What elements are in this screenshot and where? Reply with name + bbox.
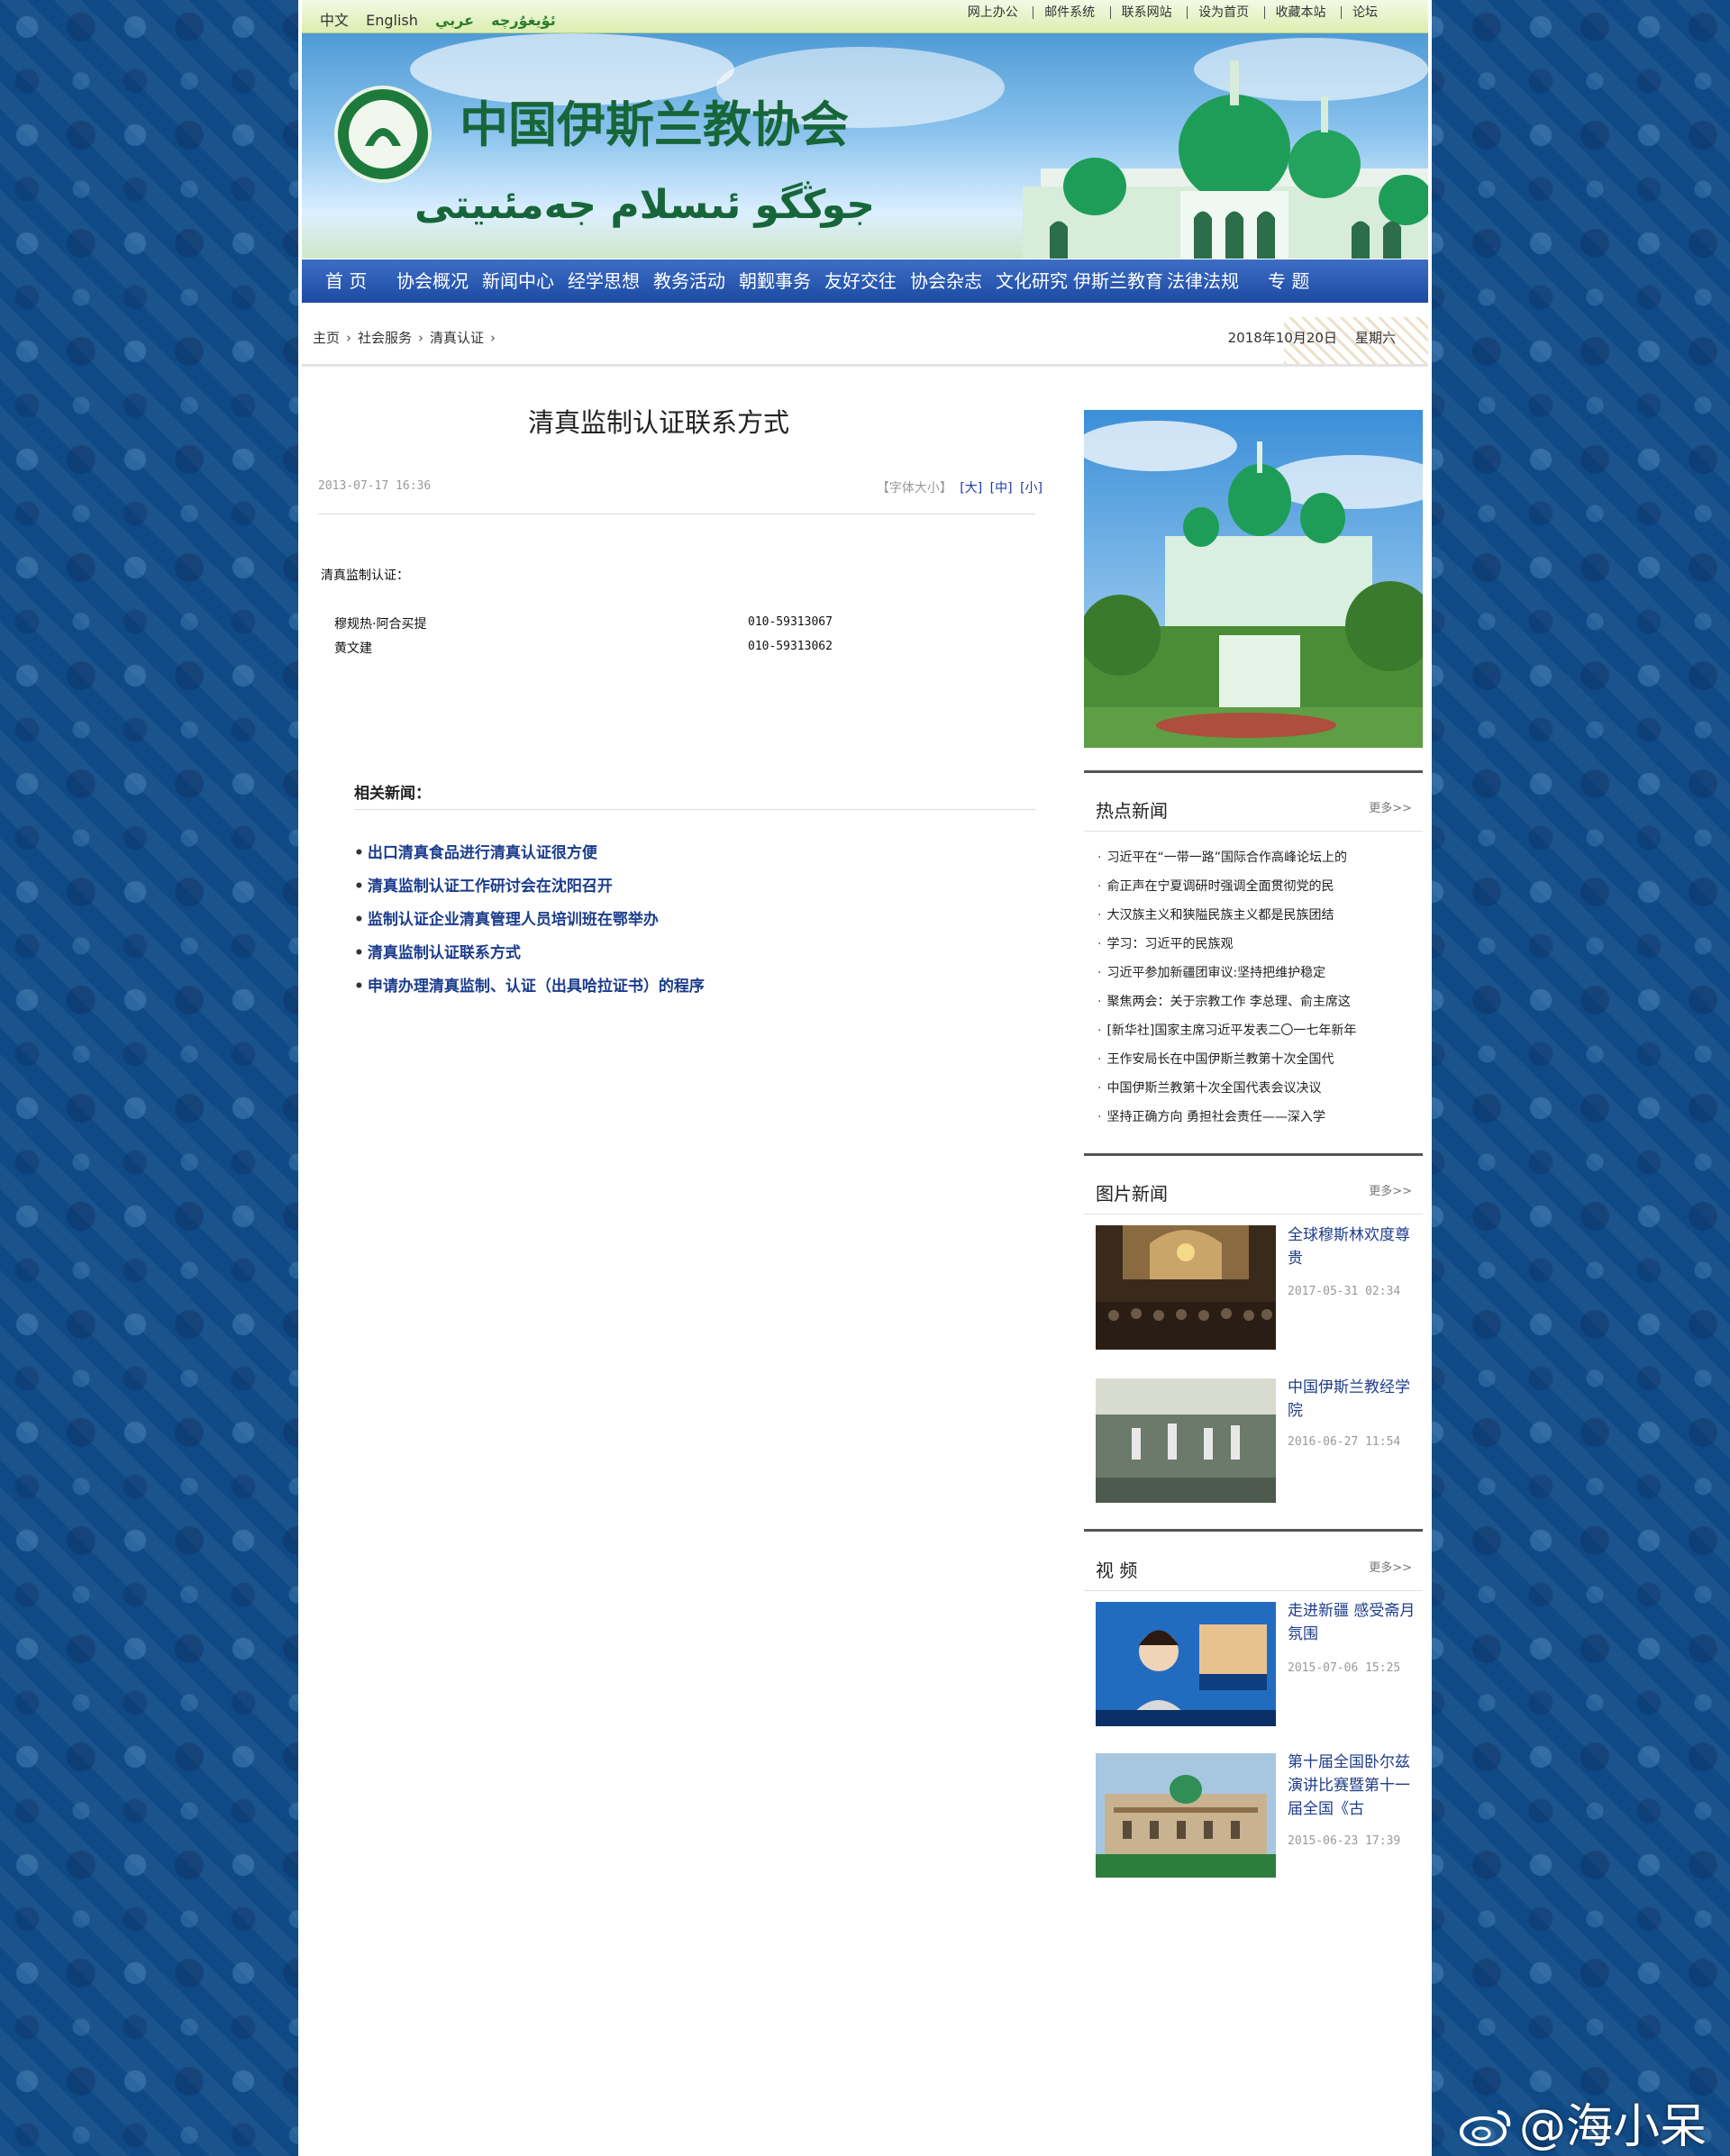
breadcrumb-bar: 主页 › 社会服务 › 清真认证 › 2018年10月20日 星期六 bbox=[302, 317, 1428, 367]
related-news-title: 相关新闻： bbox=[354, 785, 431, 803]
video-item-date: 2015-06-23 17:39 bbox=[1288, 1834, 1401, 1848]
nav-hajj[interactable]: 朝觐事务 bbox=[739, 259, 811, 303]
nav-about[interactable]: 协会概况 bbox=[396, 259, 469, 303]
video-item-date: 2015-07-06 15:25 bbox=[1288, 1661, 1401, 1675]
association-logo bbox=[334, 86, 432, 183]
panel-divider bbox=[1084, 1590, 1423, 1591]
related-news-item[interactable]: 清真监制认证工作研讨会在沈阳召开 bbox=[354, 873, 613, 896]
hot-news-item[interactable]: 聚焦两会：关于宗教工作 李总理、俞主席这 bbox=[1097, 992, 1350, 1010]
link-bookmark[interactable]: 收藏本站 bbox=[1263, 6, 1337, 19]
hot-news-item[interactable]: 习近平参加新疆团审议:坚持把维护稳定 bbox=[1097, 963, 1325, 981]
weibo-watermark: @海小呆 bbox=[1460, 2088, 1707, 2156]
header-banner: 中国伊斯兰教协会 جوڭگو ئىسلام جەمئىيتى bbox=[302, 33, 1428, 259]
nav-islamic-education[interactable]: 伊斯兰教育 bbox=[1073, 259, 1163, 303]
contact-phone: 010-59313062 bbox=[748, 640, 833, 653]
photo-news-thumbnail[interactable] bbox=[1096, 1378, 1276, 1503]
video-thumbnail[interactable] bbox=[1096, 1602, 1276, 1726]
related-news-item[interactable]: 清真监制认证联系方式 bbox=[354, 940, 521, 962]
video-thumbnail[interactable] bbox=[1096, 1753, 1276, 1878]
link-online-office[interactable]: 网上办公 bbox=[957, 6, 1029, 19]
related-news-item[interactable]: 申请办理清真监制、认证（出具哈拉证书）的程序 bbox=[354, 973, 705, 996]
breadcrumb-social-service[interactable]: 社会服务 bbox=[358, 330, 412, 346]
breadcrumb-home[interactable]: 主页 bbox=[313, 330, 340, 346]
lang-uyghur[interactable]: ئۇيغۇرچە bbox=[491, 12, 556, 29]
banner-title-cn: 中国伊斯兰教协会 bbox=[460, 96, 849, 153]
article-intro: 清真监制认证： bbox=[321, 569, 409, 583]
lang-chinese[interactable]: 中文 bbox=[320, 12, 349, 29]
language-switcher: 中文 English ئۇيغۇرچە عربي bbox=[320, 8, 569, 30]
nav-topics[interactable]: 专 题 bbox=[1268, 259, 1309, 303]
photo-news-more-link[interactable]: 更多>> bbox=[1369, 1181, 1412, 1198]
font-size-small[interactable]: [小] bbox=[1020, 481, 1043, 496]
font-size-large[interactable]: [大] bbox=[960, 481, 982, 496]
chevron-right-icon: › bbox=[346, 330, 352, 346]
weekday-text: 星期六 bbox=[1354, 330, 1396, 346]
weibo-icon bbox=[1460, 2110, 1511, 2146]
hot-news-more-link[interactable]: 更多>> bbox=[1369, 798, 1412, 815]
font-size-controls: 【字体大小】 [大] [中] [小] bbox=[877, 478, 1043, 496]
hot-news-item[interactable]: 学习：习近平的民族观 bbox=[1097, 934, 1233, 952]
page-container: 中文 English ئۇيغۇرچە عربي 网上办公 邮件系统 联系网站 … bbox=[298, 0, 1432, 2156]
panel-divider bbox=[1084, 831, 1423, 832]
link-set-homepage[interactable]: 设为首页 bbox=[1187, 6, 1260, 19]
current-date: 2018年10月20日 星期六 bbox=[1210, 328, 1396, 347]
mosque-photo[interactable] bbox=[1084, 410, 1423, 748]
hot-news-item[interactable]: 王作安局长在中国伊斯兰教第十次全国代 bbox=[1097, 1050, 1334, 1068]
nav-friendship[interactable]: 友好交往 bbox=[824, 259, 897, 303]
hot-news-item[interactable]: [新华社]国家主席习近平发表二〇一七年新年 bbox=[1097, 1021, 1356, 1039]
nav-religious-activities[interactable]: 教务活动 bbox=[653, 259, 725, 303]
video-title: 视 频 bbox=[1096, 1560, 1138, 1581]
article-title: 清真监制认证联系方式 bbox=[527, 407, 789, 438]
nav-news-center[interactable]: 新闻中心 bbox=[482, 259, 554, 303]
panel-divider bbox=[1084, 1153, 1423, 1156]
date-text: 2018年10月20日 bbox=[1227, 330, 1337, 346]
photo-news-item-title[interactable]: 中国伊斯兰教经学院 bbox=[1288, 1376, 1418, 1423]
article-datetime: 2013-07-17 16:36 bbox=[318, 479, 432, 493]
hot-news-item[interactable]: 大汉族主义和狭隘民族主义都是民族团结 bbox=[1097, 905, 1334, 923]
panel-divider bbox=[1084, 1529, 1423, 1532]
main-nav: 首 页 协会概况 新闻中心 经学思想 教务活动 朝觐事务 友好交往 协会杂志 文… bbox=[302, 259, 1428, 303]
link-forum[interactable]: 论坛 bbox=[1341, 6, 1389, 19]
top-bar: 中文 English ئۇيغۇرچە عربي 网上办公 邮件系统 联系网站 … bbox=[302, 0, 1428, 33]
related-news-item[interactable]: 监制认证企业清真管理人员培训班在鄂举办 bbox=[354, 906, 659, 929]
breadcrumb: 主页 › 社会服务 › 清真认证 › bbox=[313, 328, 502, 347]
nav-law[interactable]: 法律法规 bbox=[1167, 259, 1239, 303]
photo-news-title: 图片新闻 bbox=[1096, 1183, 1168, 1205]
nav-home[interactable]: 首 页 bbox=[325, 259, 367, 303]
watermark-text: @海小呆 bbox=[1519, 2100, 1707, 2154]
hot-news-title: 热点新闻 bbox=[1096, 800, 1168, 822]
nav-scripture[interactable]: 经学思想 bbox=[568, 259, 640, 303]
photo-news-item-date: 2017-05-31 02:34 bbox=[1288, 1285, 1401, 1298]
link-mail-system[interactable]: 邮件系统 bbox=[1033, 6, 1106, 19]
breadcrumb-halal-cert[interactable]: 清真认证 bbox=[430, 330, 484, 346]
banner-title-ug: جوڭگو ئىسلام جەمئىيتى bbox=[414, 181, 875, 228]
contact-phone: 010-59313067 bbox=[748, 615, 833, 629]
nav-magazine[interactable]: 协会杂志 bbox=[910, 259, 982, 303]
chevron-right-icon: › bbox=[490, 330, 496, 346]
lang-english[interactable]: English bbox=[366, 12, 418, 29]
hot-news-item[interactable]: 坚持正确方向 勇担社会责任——深入学 bbox=[1097, 1107, 1325, 1125]
photo-news-thumbnail[interactable] bbox=[1096, 1225, 1276, 1350]
video-item-title[interactable]: 第十届全国卧尔兹演讲比赛暨第十一届全国《古 bbox=[1288, 1751, 1418, 1821]
nav-culture[interactable]: 文化研究 bbox=[996, 259, 1068, 303]
contact-name: 黄文建 bbox=[334, 641, 372, 656]
video-more-link[interactable]: 更多>> bbox=[1369, 1558, 1412, 1575]
hot-news-item[interactable]: 中国伊斯兰教第十次全国代表会议决议 bbox=[1097, 1078, 1321, 1096]
photo-news-item-date: 2016-06-27 11:54 bbox=[1288, 1435, 1401, 1449]
panel-divider bbox=[1084, 770, 1423, 773]
font-size-label: 【字体大小】 bbox=[876, 481, 952, 496]
hot-news-item[interactable]: 习近平在“一带一路”国际合作高峰论坛上的 bbox=[1097, 848, 1347, 866]
related-news-item[interactable]: 出口清真食品进行清真认证很方便 bbox=[354, 840, 597, 862]
contact-name: 穆规热·阿合买提 bbox=[334, 617, 427, 632]
font-size-medium[interactable]: [中] bbox=[990, 481, 1013, 496]
link-contact-site[interactable]: 联系网站 bbox=[1109, 6, 1183, 19]
photo-news-item-title[interactable]: 全球穆斯林欢度尊贵 bbox=[1288, 1224, 1418, 1270]
lang-arabic[interactable]: عربي bbox=[435, 12, 474, 29]
hot-news-item[interactable]: 俞正声在宁夏调研时强调全面贯彻党的民 bbox=[1097, 877, 1334, 895]
top-links: 网上办公 邮件系统 联系网站 设为首页 收藏本站 论坛 bbox=[957, 5, 1389, 20]
divider bbox=[354, 809, 1035, 810]
video-item-title[interactable]: 走进新疆 感受斋月氛围 bbox=[1288, 1599, 1418, 1646]
chevron-right-icon: › bbox=[418, 330, 424, 346]
